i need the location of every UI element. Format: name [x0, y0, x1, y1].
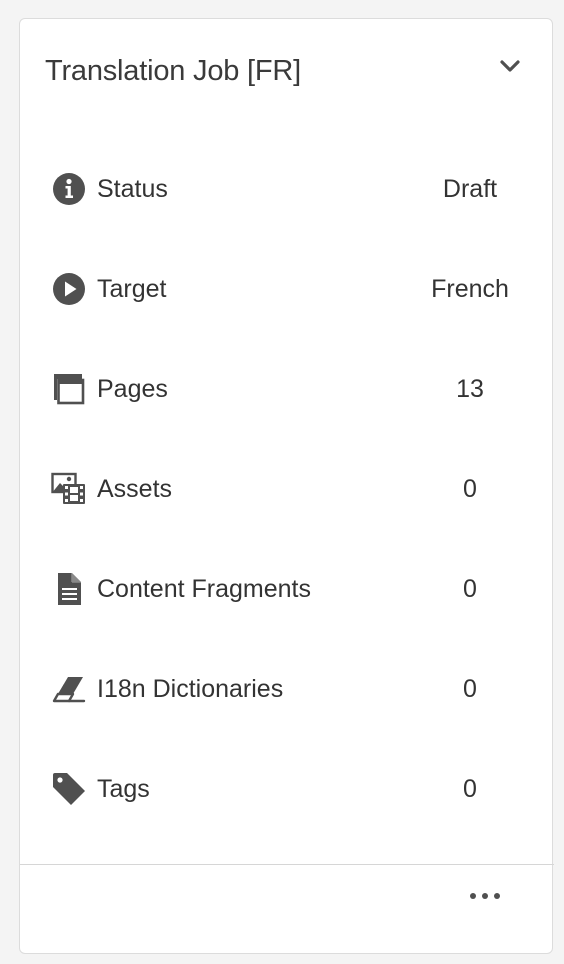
collapse-button[interactable] — [493, 49, 527, 83]
row-value: Draft — [442, 175, 498, 203]
pages-row: Pages 13 — [20, 359, 554, 419]
play-circle-icon — [51, 271, 87, 307]
assets-row: Assets 0 — [20, 459, 554, 519]
translation-job-card: Translation Job [FR] Status Draft Target… — [19, 18, 554, 954]
row-label: I18n Dictionaries — [97, 675, 284, 703]
row-value: 0 — [463, 575, 477, 603]
card-divider — [20, 864, 554, 865]
target-row: Target French — [20, 259, 554, 319]
more-icon — [470, 893, 500, 899]
row-label: Content Fragments — [97, 575, 311, 603]
row-value: 0 — [463, 475, 477, 503]
row-label: Pages — [97, 375, 168, 403]
row-value: 13 — [456, 375, 484, 403]
row-value: 0 — [463, 675, 477, 703]
content-fragments-row: Content Fragments 0 — [20, 559, 554, 619]
tags-row: Tags 0 — [20, 759, 554, 819]
row-label: Tags — [97, 775, 150, 803]
i18n-dictionaries-row: I18n Dictionaries 0 — [20, 659, 554, 719]
status-row: Status Draft — [20, 159, 554, 219]
row-value: 0 — [463, 775, 477, 803]
row-label: Assets — [97, 475, 173, 503]
chevron-down-icon — [500, 60, 520, 72]
card-title: Translation Job [FR] — [45, 55, 302, 87]
eraser-icon — [51, 671, 87, 707]
more-actions-button[interactable] — [460, 879, 510, 913]
info-icon — [51, 171, 87, 207]
tag-icon — [51, 771, 87, 807]
row-value: French — [431, 275, 509, 303]
row-label: Status — [97, 175, 168, 203]
row-label: Target — [97, 275, 167, 303]
document-icon — [51, 571, 87, 607]
assets-icon — [51, 471, 87, 507]
pages-icon — [51, 371, 87, 407]
